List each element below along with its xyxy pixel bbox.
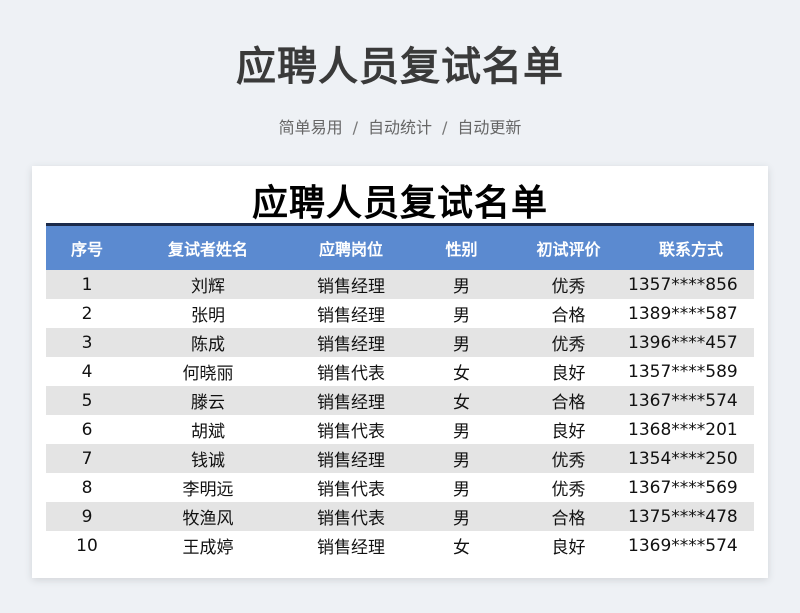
table-row: 1 刘辉 销售经理男优秀 1357****856: [46, 270, 754, 299]
cell-name: 牧渔风: [128, 502, 288, 531]
column-header-contact: 联系方式: [628, 226, 754, 270]
cell-gender: 男: [414, 444, 509, 473]
cell-evaluation: 优秀: [509, 328, 628, 357]
table-row: 5 滕云 销售经理女合格 1367****574: [46, 386, 754, 415]
page-title: 应聘人员复试名单: [236, 44, 564, 90]
tag-auto-stats: 自动统计: [367, 118, 432, 137]
cell-position: 销售代表: [288, 473, 414, 502]
cell-index: 7: [46, 444, 128, 473]
cell-evaluation: 优秀: [509, 270, 628, 299]
cell-evaluation: 良好: [509, 531, 628, 560]
cell-index: 5: [46, 386, 128, 415]
cell-contact: 1354****250: [628, 444, 754, 473]
cell-evaluation: 合格: [509, 502, 628, 531]
cell-index: 6: [46, 415, 128, 444]
table-row: 3 陈成 销售经理男优秀 1396****457: [46, 328, 754, 357]
cell-evaluation: 优秀: [509, 473, 628, 502]
cell-name: 钱诚: [128, 444, 288, 473]
cell-gender: 女: [414, 357, 509, 386]
candidate-table: 序号 复试者姓名 应聘岗位 性别 初试评价 联系方式 1 刘辉 销售经理男优秀 135…: [46, 226, 754, 560]
table-row: 4 何晓丽 销售代表女良好 1357****589: [46, 357, 754, 386]
cell-position: 销售经理: [288, 328, 414, 357]
cell-index: 3: [46, 328, 128, 357]
tag-easy: 简单易用: [278, 118, 343, 137]
tag-separator: /: [442, 118, 448, 137]
cell-contact: 1389****587: [628, 299, 754, 328]
cell-gender: 女: [414, 531, 509, 560]
cell-position: 销售代表: [288, 502, 414, 531]
cell-gender: 男: [414, 473, 509, 502]
cell-index: 9: [46, 502, 128, 531]
cell-name: 张明: [128, 299, 288, 328]
cell-name: 何晓丽: [128, 357, 288, 386]
cell-gender: 男: [414, 502, 509, 531]
table-body: 1 刘辉 销售经理男优秀 1357****856 2 张明 销售经理男合格 1389****5…: [46, 270, 754, 560]
cell-name: 滕云: [128, 386, 288, 415]
column-header-name: 复试者姓名: [128, 226, 288, 270]
cell-contact: 1367****574: [628, 386, 754, 415]
cell-contact: 1367****569: [628, 473, 754, 502]
column-header-position: 应聘岗位: [288, 226, 414, 270]
cell-contact: 1396****457: [628, 328, 754, 357]
cell-name: 胡斌: [128, 415, 288, 444]
cell-contact: 1357****856: [628, 270, 754, 299]
sheet-title: 应聘人员复试名单: [251, 183, 548, 224]
cell-gender: 男: [414, 415, 509, 444]
cell-evaluation: 合格: [509, 299, 628, 328]
column-header-gender: 性别: [414, 226, 509, 270]
cell-position: 销售代表: [288, 357, 414, 386]
cell-position: 销售经理: [288, 444, 414, 473]
cell-contact: 1375****478: [628, 502, 754, 531]
cell-evaluation: 合格: [509, 386, 628, 415]
cell-position: 销售经理: [288, 531, 414, 560]
scroll-fade: [32, 564, 768, 578]
cell-index: 8: [46, 473, 128, 502]
cell-name: 李明远: [128, 473, 288, 502]
table-row: 10 王成婷 销售经理女良好 1369****574: [46, 531, 754, 560]
table-row: 8 李明远 销售代表男优秀 1367****569: [46, 473, 754, 502]
cell-contact: 1369****574: [628, 531, 754, 560]
column-header-evaluation: 初试评价: [509, 226, 628, 270]
table-row: 7 钱诚 销售经理男优秀 1354****250: [46, 444, 754, 473]
cell-position: 销售代表: [288, 415, 414, 444]
cell-evaluation: 优秀: [509, 444, 628, 473]
cell-gender: 男: [414, 328, 509, 357]
table-row: 9 牧渔风 销售代表男合格 1375****478: [46, 502, 754, 531]
cell-index: 2: [46, 299, 128, 328]
cell-contact: 1357****589: [628, 357, 754, 386]
cell-evaluation: 良好: [509, 357, 628, 386]
cell-position: 销售经理: [288, 270, 414, 299]
cell-evaluation: 良好: [509, 415, 628, 444]
column-header-index: 序号: [46, 226, 128, 270]
feature-tags: 简单易用 / 自动统计 / 自动更新: [0, 114, 800, 138]
cell-gender: 男: [414, 299, 509, 328]
cell-gender: 女: [414, 386, 509, 415]
cell-position: 销售经理: [288, 386, 414, 415]
tag-separator: /: [352, 118, 358, 137]
spreadsheet-preview: 应聘人员复试名单 序号 复试者姓名 应聘岗位 性别 初试评价 联系方式 1 刘辉销…: [32, 166, 768, 578]
cell-name: 王成婷: [128, 531, 288, 560]
cell-contact: 1368****201: [628, 415, 754, 444]
tag-auto-update: 自动更新: [457, 118, 522, 137]
cell-position: 销售经理: [288, 299, 414, 328]
cell-gender: 男: [414, 270, 509, 299]
cell-name: 刘辉: [128, 270, 288, 299]
cell-index: 10: [46, 531, 128, 560]
table-row: 2 张明 销售经理男合格 1389****587: [46, 299, 754, 328]
cell-name: 陈成: [128, 328, 288, 357]
table-header-row: 序号 复试者姓名 应聘岗位 性别 初试评价 联系方式: [46, 226, 754, 270]
table-row: 6 胡斌 销售代表男良好 1368****201: [46, 415, 754, 444]
cell-index: 1: [46, 270, 128, 299]
cell-index: 4: [46, 357, 128, 386]
